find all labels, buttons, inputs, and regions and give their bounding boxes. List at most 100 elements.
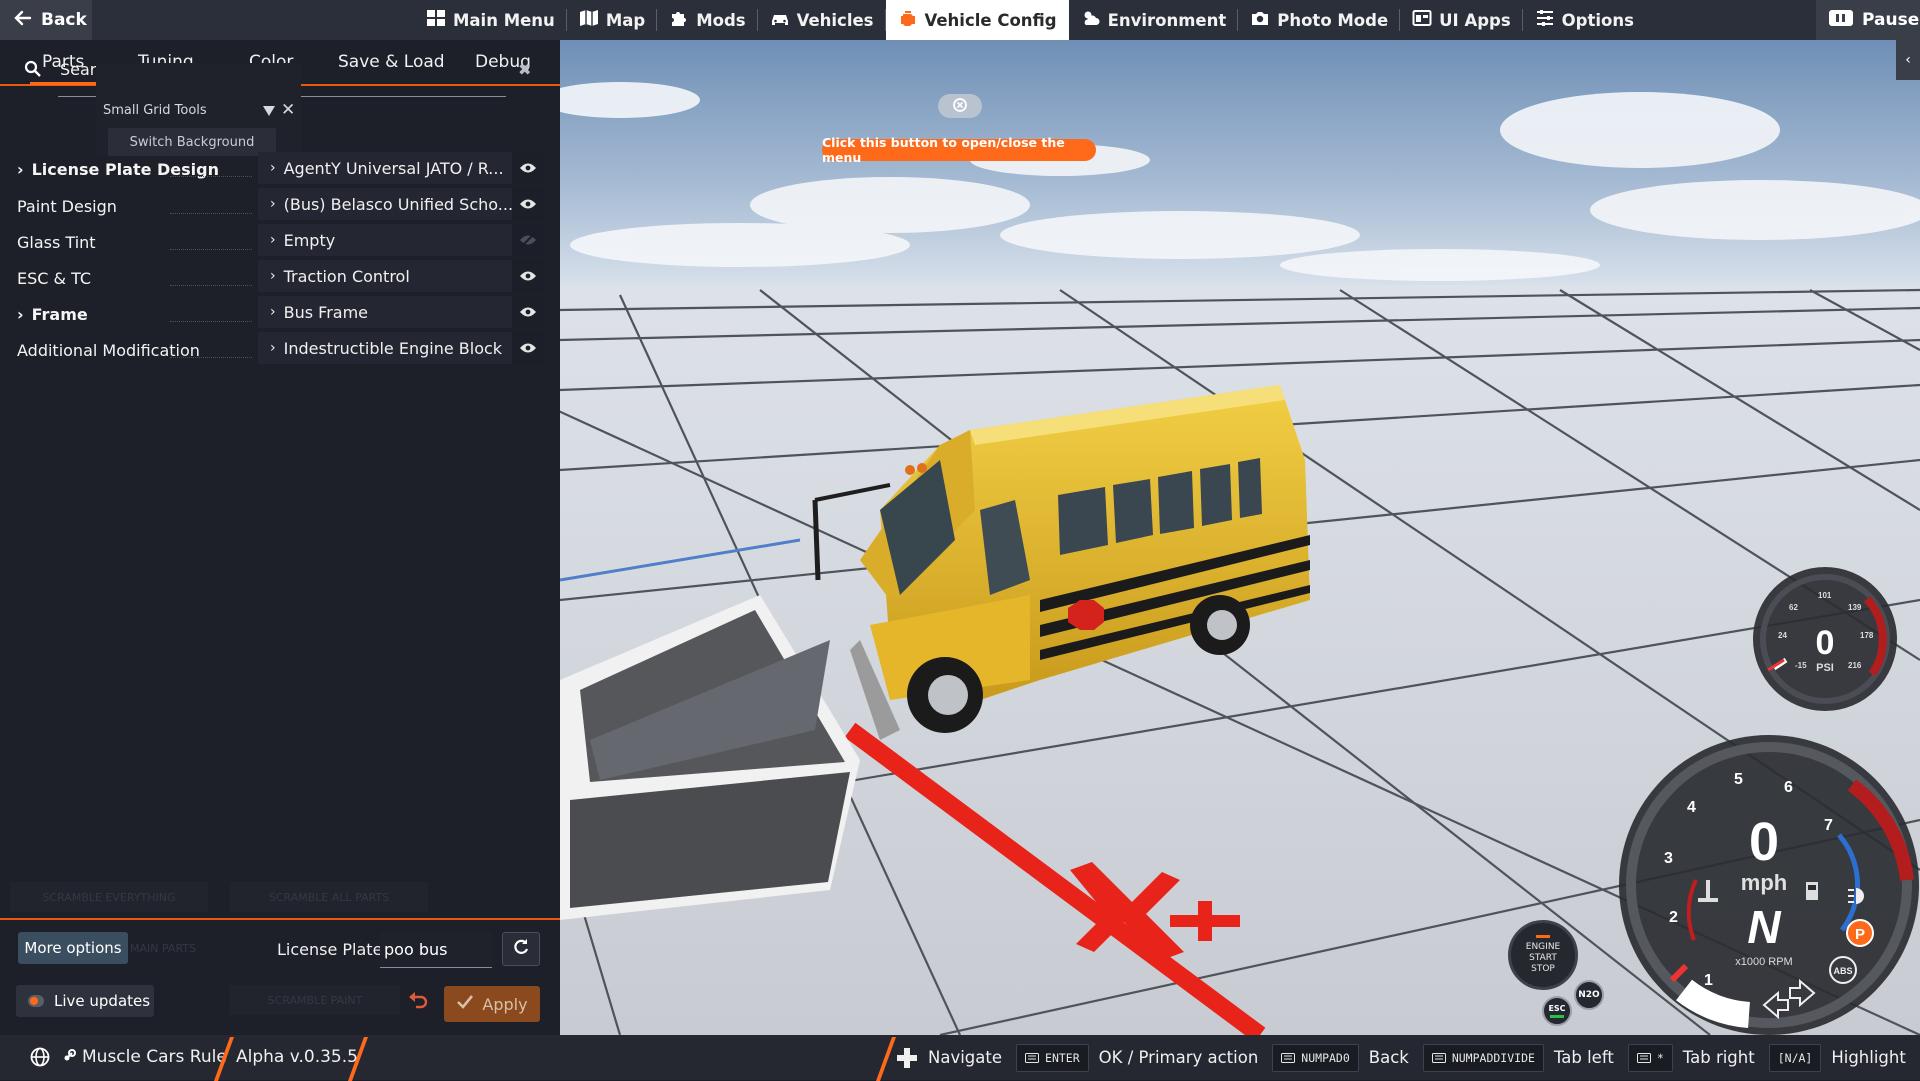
filter-icon[interactable] (262, 102, 276, 121)
engine-start-stop-button[interactable]: ENGINE START STOP (1508, 920, 1578, 990)
nav-photo-mode[interactable]: Photo Mode (1238, 0, 1401, 40)
boost-value: 0 (1816, 624, 1835, 662)
dpad-icon (896, 1047, 918, 1069)
part-value: AgentY Universal JATO / R... (283, 158, 504, 178)
clear-search-button[interactable]: ✖ (518, 60, 531, 79)
nav-environment[interactable]: Environment (1069, 0, 1239, 40)
menu-toggle-button[interactable] (938, 94, 982, 118)
scramble-all-parts-button[interactable]: SCRAMBLE ALL PARTS (230, 882, 428, 912)
fuel-icon (1806, 882, 1818, 900)
slot-additional-modification[interactable]: Additional Modification (0, 333, 252, 367)
eye-icon[interactable] (512, 296, 544, 328)
part-select-glass-tint[interactable]: › Empty (258, 224, 544, 256)
nitrous-button[interactable]: N2O (1574, 980, 1604, 1010)
nav-vehicles[interactable]: Vehicles (758, 0, 886, 40)
undo-icon (408, 991, 428, 1013)
more-options-button[interactable]: More options (18, 932, 128, 964)
apply-button[interactable]: Apply (444, 986, 540, 1022)
popup-close-icon[interactable]: ✕ (281, 100, 295, 120)
scramble-everything-button[interactable]: SCRAMBLE EVERYTHING (10, 882, 208, 912)
part-select-additional-modification[interactable]: › Indestructible Engine Block (258, 332, 544, 364)
nav-vehicle-config[interactable]: Vehicle Config (885, 0, 1069, 40)
key-label: ENTER (1045, 1050, 1080, 1065)
boost-unit: PSI (1816, 662, 1834, 674)
search-icon (24, 60, 42, 82)
pause-icon (1828, 8, 1854, 33)
pause-button[interactable]: Pause (1816, 0, 1920, 40)
part-value: (Bus) Belasco Unified Scho... (283, 194, 514, 214)
server-name: Muscle Cars Rule (82, 1047, 227, 1067)
hint-navigate: Navigate (928, 1048, 1003, 1067)
nav-photo-mode-label: Photo Mode (1277, 10, 1389, 30)
speed-unit: mph (1741, 870, 1787, 895)
bottom-bar: Muscle Cars Rule Alpha v.0.35.5 Navigate… (0, 1035, 1920, 1081)
slot-paint-design[interactable]: Paint Design (0, 189, 252, 223)
key-na: [N/A] (1768, 1043, 1822, 1072)
nav-main-menu[interactable]: Main Menu (414, 0, 567, 40)
back-button[interactable]: Back (0, 0, 92, 40)
menu-hint-tooltip: Click this button to open/close the menu (822, 135, 1096, 165)
steam-icon (62, 1047, 78, 1067)
part-select-frame[interactable]: › Bus Frame (258, 296, 544, 328)
collapse-sidebar-button[interactable]: ‹ (1896, 40, 1920, 80)
eye-icon[interactable] (512, 332, 544, 364)
toggle-switch-icon (28, 995, 44, 1007)
globe-icon[interactable] (30, 1047, 50, 1071)
puzzle-icon (669, 8, 689, 32)
eye-icon[interactable] (512, 152, 544, 184)
scramble-paint-button[interactable]: SCRAMBLE PAINT (230, 985, 400, 1015)
engine-label-3: STOP (1531, 964, 1555, 974)
eye-icon[interactable] (512, 188, 544, 220)
rpm-tick: 4 (1687, 799, 1696, 816)
key-label: NUMPADDIVIDE (1451, 1050, 1535, 1065)
slot-glass-tint[interactable]: Glass Tint (0, 225, 252, 259)
keyboard-icon (1025, 1052, 1040, 1063)
rpm-tick: 7 (1824, 817, 1833, 834)
keyboard-icon (1281, 1052, 1296, 1063)
arrow-left-icon (14, 9, 32, 32)
nav-map[interactable]: Map (567, 0, 658, 40)
keyboard-icon (1636, 1052, 1651, 1063)
nav-ui-apps[interactable]: UI Apps (1400, 0, 1523, 40)
main-nav: Main Menu Map Mods Vehicles Vehicle Conf… (414, 0, 1646, 40)
slot-frame[interactable]: › Frame (0, 297, 252, 331)
esc-button[interactable]: ESC (1542, 996, 1572, 1026)
popup-title: Small Grid Tools (103, 103, 207, 118)
engine-label-2: START (1529, 953, 1557, 963)
undo-button[interactable] (404, 988, 432, 1016)
checkmark-icon (456, 994, 474, 1014)
chevron-right-icon: › (270, 304, 276, 320)
hint-highlight: Highlight (1831, 1048, 1906, 1067)
boost-tick: 24 (1778, 631, 1787, 640)
slot-label: Paint Design (17, 196, 117, 216)
license-plate-input[interactable] (380, 932, 492, 968)
slot-esc-tc[interactable]: ESC & TC (0, 261, 252, 295)
engine-label-1: ENGINE (1525, 942, 1561, 952)
slot-license-plate-design[interactable]: › License Plate Design (0, 152, 252, 186)
chevron-right-icon: › (17, 159, 24, 179)
eye-icon[interactable] (512, 260, 544, 292)
part-select-esc-tc[interactable]: › Traction Control (258, 260, 544, 292)
main-parts-button[interactable]: MAIN PARTS (130, 932, 208, 964)
live-updates-toggle[interactable]: Live updates (16, 985, 154, 1017)
rpm-tick: 5 (1734, 771, 1743, 788)
nav-map-label: Map (605, 10, 646, 30)
hint-tab-right: Tab right (1682, 1048, 1755, 1067)
headlight-icon (1848, 888, 1864, 904)
camera-icon (1250, 8, 1270, 32)
eye-off-icon[interactable] (512, 224, 544, 256)
nav-environment-label: Environment (1107, 10, 1227, 30)
nav-options[interactable]: Options (1523, 0, 1646, 40)
key-multiply: * (1627, 1043, 1673, 1072)
nav-mods[interactable]: Mods (657, 0, 758, 40)
hint-ok: OK / Primary action (1098, 1048, 1259, 1067)
part-select-license-plate-design[interactable]: › AgentY Universal JATO / R... (258, 152, 544, 184)
chevron-right-icon: › (270, 268, 276, 284)
tab-save-load[interactable]: Save & Load (338, 39, 445, 85)
version-label: Alpha v.0.35.5 (236, 1047, 358, 1067)
key-label: NUMPAD0 (1301, 1050, 1350, 1065)
randomize-plate-button[interactable] (502, 932, 540, 966)
part-select-paint-design[interactable]: › (Bus) Belasco Unified Scho... (258, 188, 544, 220)
key-label: * (1656, 1050, 1664, 1065)
ui-apps-icon (1412, 8, 1432, 32)
